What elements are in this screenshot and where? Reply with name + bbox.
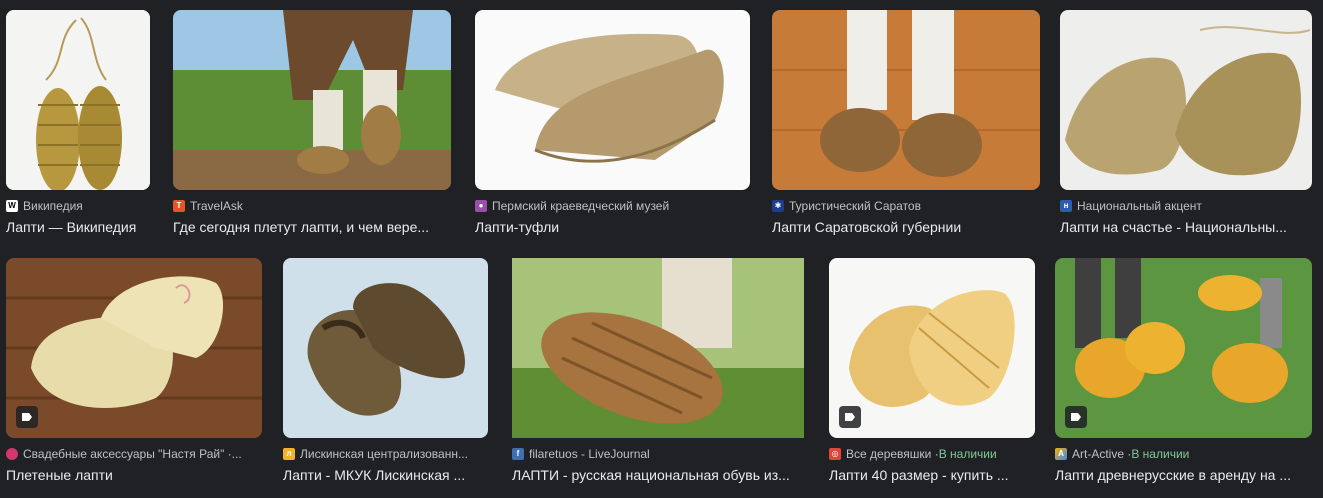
saratov-icon: ✱ [772,200,784,212]
result-source: Лискинская централизованн... [300,447,468,461]
result-title[interactable]: Плетеные лапти [6,466,262,484]
travelask-icon: T [173,200,185,212]
image-result-card[interactable]: ◎ Все деревяшки · В наличии Лапти 40 раз… [829,258,1035,484]
bast-slippers-image [475,10,750,190]
result-source: TravelAsk [190,199,243,213]
in-stock-label: В наличии [1131,447,1190,461]
giant-bast-shoes-image [1055,258,1312,438]
image-result-card[interactable]: W Википедия Лапти — Википедия [6,10,150,236]
wood-icon: ◎ [829,448,841,460]
result-title[interactable]: Лапти — Википедия [6,218,150,236]
result-title[interactable]: Лапти - МКУК Лискинская ... [283,466,488,484]
result-source: Все деревяшки · [846,447,939,461]
wikipedia-icon: W [6,200,18,212]
result-thumbnail[interactable] [173,10,451,190]
museum-icon: ● [475,200,487,212]
bast-shoe-closeup-image [512,258,804,438]
image-result-card[interactable]: ✱ Туристический Саратов Лапти Саратовско… [772,10,1040,236]
bast-shoes-pair-image [1060,10,1312,190]
wedding-icon [6,448,18,460]
in-stock-label: В наличии [938,447,997,461]
wicker-bast-shoes-image [6,258,262,438]
image-result-card[interactable]: T TravelAsk Где сегодня плетут лапти, и … [173,10,451,236]
shopping-tag-icon [16,406,38,428]
result-source: Свадебные аксессуары "Настя Рай" ·... [23,447,242,461]
image-result-card[interactable]: A Art-Active · В наличии Лапти древнерус… [1055,258,1312,484]
livejournal-icon: f [512,448,524,460]
shopping-tag-icon [1065,406,1087,428]
result-thumbnail[interactable] [1060,10,1312,190]
artactive-icon: A [1055,448,1067,460]
result-source: filaretuos - LiveJournal [529,447,650,461]
bast-shoes-image [6,10,150,190]
shopping-tag-icon [839,406,861,428]
image-result-card[interactable]: f filaretuos - LiveJournal ЛАПТИ - русск… [512,258,804,484]
walking-in-bast-shoes-image [173,10,451,190]
result-title[interactable]: Лапти на счастье - Национальны... [1060,218,1312,236]
result-thumbnail[interactable] [829,258,1035,438]
result-source: Национальный акцент [1077,199,1202,213]
image-result-card[interactable]: Свадебные аксессуары "Настя Рай" ·... Пл… [6,258,262,484]
dark-bast-shoes-image [283,258,488,438]
result-source: Пермский краеведческий музей [492,199,670,213]
library-icon: л [283,448,295,460]
result-title[interactable]: Лапти 40 размер - купить ... [829,466,1035,484]
image-result-card[interactable]: л Лискинская централизованн... Лапти - М… [283,258,488,484]
result-source: Art-Active · [1072,447,1132,461]
result-thumbnail[interactable] [1055,258,1312,438]
result-title[interactable]: Лапти древнерусские в аренду на ... [1055,466,1312,484]
result-source: Туристический Саратов [789,199,921,213]
feet-in-bast-shoes-image [772,10,1040,190]
result-thumbnail[interactable] [475,10,750,190]
result-thumbnail[interactable] [6,258,262,438]
result-title[interactable]: Лапти Саратовской губернии [772,218,1040,236]
result-title[interactable]: ЛАПТИ - русская национальная обувь из... [512,466,804,484]
accent-icon: н [1060,200,1072,212]
image-result-card[interactable]: н Национальный акцент Лапти на счастье -… [1060,10,1312,236]
result-thumbnail[interactable] [772,10,1040,190]
result-thumbnail[interactable] [512,258,804,438]
result-title[interactable]: Лапти-туфли [475,218,750,236]
result-source: Википедия [23,199,83,213]
result-thumbnail[interactable] [6,10,150,190]
image-result-card[interactable]: ● Пермский краеведческий музей Лапти-туф… [475,10,750,236]
result-thumbnail[interactable] [283,258,488,438]
result-title[interactable]: Где сегодня плетут лапти, и чем вере... [173,218,451,236]
